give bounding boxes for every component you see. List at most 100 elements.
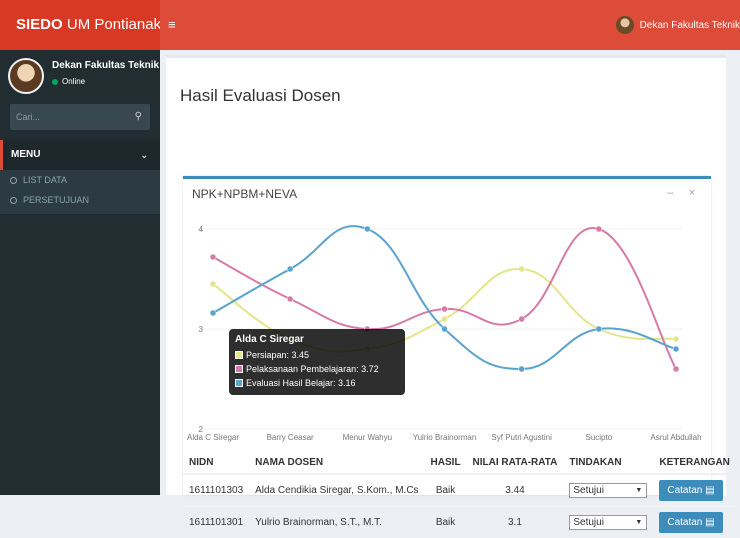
data-point: [518, 315, 525, 323]
x-tick-label: Asrul Abdullah: [650, 433, 701, 442]
online-status: Online: [52, 77, 85, 86]
tooltip-label: Evaluasi Hasil Belajar: 3.16: [246, 378, 356, 388]
user-panel: Dekan Fakultas Teknik Online: [0, 50, 160, 105]
dropdown-arrow-icon: ▼: [635, 518, 643, 526]
table-row: 1611101301 Yulrio Brainorman, S.T., M.T.…: [183, 505, 736, 538]
tooltip-title: Alda C Siregar: [235, 334, 304, 345]
page-title: Hasil Evaluasi Dosen: [180, 86, 341, 105]
sidebar-item-label: LIST DATA: [23, 175, 68, 185]
line-chart: 234Alda C Siregar Barry Ceasar Menur Wahyu…: [187, 225, 702, 442]
data-point: [595, 225, 603, 233]
table-row: 1611101303 Alda Cendikia Siregar, S.Kom.…: [183, 473, 736, 506]
x-tick-label: Syf Putri Agustini: [491, 433, 552, 442]
x-tick-label: Yulrio Brainorman: [413, 433, 477, 442]
cell-hasil: Baik: [424, 473, 467, 506]
catatan-button[interactable]: Catatan ▤: [659, 479, 723, 501]
sidebar-item-persetujuan[interactable]: PERSETUJUAN: [0, 190, 160, 210]
cell-tindakan: Setujui ▼: [563, 505, 654, 538]
chart-box: NPK+NPBM+NEVA – × 2 3 4 Alda C Siregar Barry…: [183, 176, 736, 538]
sidebar-item-list-data[interactable]: LIST DATA: [0, 170, 160, 190]
x-tick-label: Alda C Siregar: [187, 433, 239, 442]
tindakan-select[interactable]: Setujui ▼: [569, 482, 648, 498]
chart-tooltip: Alda C Siregar Persiapan: 3.45 Pelaksana…: [229, 329, 405, 395]
data-point: [209, 309, 217, 317]
x-tick-label: Barry Ceasar: [267, 433, 314, 442]
tooltip-label: Persiapan: 3.45: [246, 350, 310, 360]
user-menu[interactable]: Dekan Fakultas Teknik: [615, 0, 740, 50]
data-point: [209, 280, 217, 288]
tooltip-row: Pelaksanaan Pembelajaran: 3.72: [235, 362, 399, 376]
brand-logo[interactable]: SIEDO UM Pontianak: [0, 0, 162, 50]
cell-nidn: 1611101303: [183, 473, 250, 506]
data-point: [441, 325, 448, 333]
brand-bold: SIEDO: [16, 16, 63, 33]
cell-nama: Alda Cendikia Siregar, S.Kom., M.Cs: [249, 473, 425, 506]
circle-icon: [10, 177, 17, 185]
y-tick-label: 3: [199, 325, 204, 334]
col-nilai: NILAI RATA-RATA: [466, 452, 564, 475]
data-point: [286, 295, 294, 303]
tindakan-select[interactable]: Setujui ▼: [569, 514, 648, 530]
col-keterangan: KETERANGAN: [653, 452, 736, 475]
x-tick-label: Sucipto: [585, 433, 612, 442]
tooltip-row: Persiapan: 3.45: [235, 348, 399, 362]
cell-nilai: 3.44: [466, 473, 564, 506]
brand-rest: UM Pontianak: [62, 16, 162, 33]
button-label: Catatan: [667, 516, 703, 528]
data-point: [672, 345, 680, 353]
document-icon: ▤: [705, 516, 715, 528]
cell-nilai: 3.1: [466, 505, 564, 538]
menu-header-label: MENU: [11, 149, 41, 160]
x-tick-label: Menur Wahyu: [343, 433, 393, 442]
search-placeholder: Cari...: [16, 112, 41, 122]
data-point: [209, 253, 217, 261]
cell-tindakan: Setujui ▼: [563, 473, 654, 506]
sidebar-submenu: LIST DATA PERSETUJUAN: [0, 170, 160, 214]
catatan-button[interactable]: Catatan ▤: [659, 511, 723, 533]
main-content: Hasil Evaluasi Dosen NPK+NPBM+NEVA – × 2…: [160, 50, 740, 538]
evaluation-table: NIDN NAMA DOSEN HASIL NILAI RATA-RATA TI…: [183, 452, 736, 538]
data-point: [595, 325, 603, 333]
tooltip-row: Evaluasi Hasil Belajar: 3.16: [235, 376, 399, 390]
status-dot-icon: [52, 78, 58, 85]
tooltip-label: Pelaksanaan Pembelajaran: 3.72: [246, 364, 379, 374]
data-point: [672, 365, 680, 373]
data-point: [441, 305, 448, 313]
cell-keterangan: Catatan ▤: [653, 473, 736, 506]
sidebar-user-name: Dekan Fakultas Teknik: [52, 60, 160, 71]
search-icon[interactable]: ⚲: [135, 104, 142, 130]
cell-hasil: Baik: [424, 505, 467, 538]
search-input[interactable]: Cari... ⚲: [10, 104, 150, 130]
col-nama-dosen: NAMA DOSEN: [249, 452, 425, 475]
cell-nama: Yulrio Brainorman, S.T., M.T.: [249, 505, 425, 538]
cell-nidn: 1611101301: [183, 505, 250, 538]
col-tindakan: TINDAKAN: [563, 452, 654, 475]
legend-swatch: [235, 379, 243, 387]
table-header-row: NIDN NAMA DOSEN HASIL NILAI RATA-RATA TI…: [183, 452, 736, 475]
top-navbar: ≡ Dekan Fakultas Teknik: [160, 0, 740, 50]
data-point: [441, 315, 448, 323]
circle-icon: [10, 197, 17, 205]
data-point: [518, 365, 525, 373]
avatar: [615, 16, 634, 34]
cell-keterangan: Catatan ▤: [653, 505, 736, 538]
select-value: Setujui: [573, 516, 604, 528]
chevron-down-icon: ⌄: [140, 150, 148, 160]
document-icon: ▤: [705, 484, 715, 496]
sidebar-item-label: PERSETUJUAN: [23, 195, 90, 205]
legend-swatch: [235, 365, 243, 373]
col-nidn: NIDN: [183, 452, 250, 475]
navbar-user-name: Dekan Fakultas Teknik: [639, 19, 740, 31]
status-text: Online: [62, 77, 86, 86]
sidebar-menu-header[interactable]: MENU ⌄: [0, 140, 160, 170]
data-point: [518, 265, 525, 273]
button-label: Catatan: [667, 484, 703, 496]
data-point: [364, 225, 371, 233]
col-hasil: HASIL: [424, 452, 467, 475]
y-tick-label: 4: [199, 225, 204, 234]
data-point: [672, 335, 680, 343]
sidebar-toggle-icon[interactable]: ≡: [168, 17, 176, 32]
user-avatar: [8, 58, 44, 94]
data-point: [286, 265, 294, 273]
select-value: Setujui: [573, 484, 604, 496]
